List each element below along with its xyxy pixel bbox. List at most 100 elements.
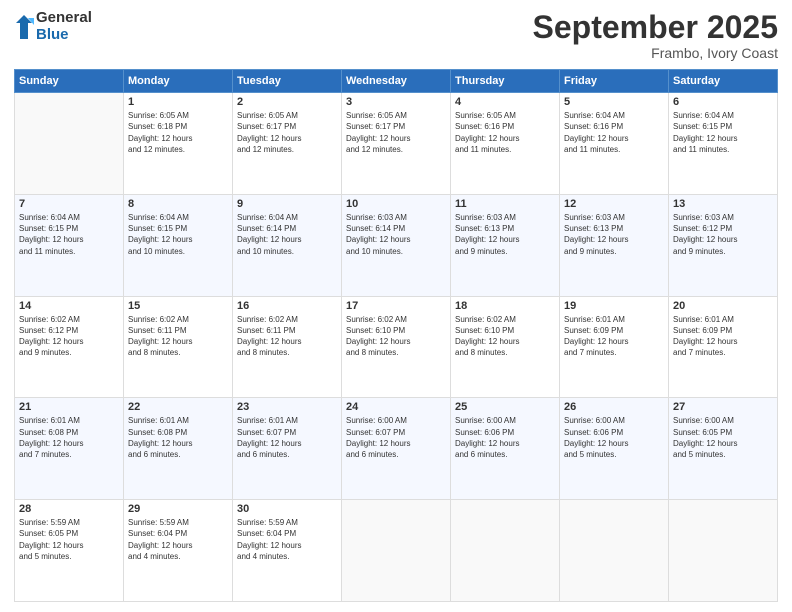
day-number: 27 [673, 401, 773, 413]
day-info: Sunrise: 6:00 AM Sunset: 6:05 PM Dayligh… [673, 415, 773, 460]
table-row: 26 Sunrise: 6:00 AM Sunset: 6:06 PM Dayli… [560, 398, 669, 500]
day-info: Sunrise: 6:02 AM Sunset: 6:10 PM Dayligh… [455, 314, 555, 359]
day-number: 25 [455, 401, 555, 413]
header-thursday: Thursday [451, 70, 560, 93]
table-row: 28 Sunrise: 5:59 AM Sunset: 6:05 PM Dayli… [15, 500, 124, 602]
day-info: Sunrise: 6:03 AM Sunset: 6:14 PM Dayligh… [346, 212, 446, 257]
day-number: 14 [19, 300, 119, 312]
day-info: Sunrise: 6:04 AM Sunset: 6:15 PM Dayligh… [128, 212, 228, 257]
logo-general: General [36, 10, 92, 27]
table-row: 27 Sunrise: 6:00 AM Sunset: 6:05 PM Dayli… [669, 398, 778, 500]
calendar-table: Sunday Monday Tuesday Wednesday Thursday… [14, 69, 778, 602]
day-number: 20 [673, 300, 773, 312]
table-row: 7 Sunrise: 6:04 AM Sunset: 6:15 PM Daylig… [15, 194, 124, 296]
table-row: 2 Sunrise: 6:05 AM Sunset: 6:17 PM Daylig… [233, 93, 342, 195]
table-row: 1Sunrise: 6:05 AM Sunset: 6:18 PM Daylig… [124, 93, 233, 195]
day-number: 13 [673, 198, 773, 210]
table-row: 16Sunrise: 6:02 AM Sunset: 6:11 PM Dayli… [233, 296, 342, 398]
day-number: 12 [564, 198, 664, 210]
table-row: 11 Sunrise: 6:03 AM Sunset: 6:13 PM Dayli… [451, 194, 560, 296]
table-row: 25 Sunrise: 6:00 AM Sunset: 6:06 PM Dayli… [451, 398, 560, 500]
day-number: 30 [237, 503, 337, 515]
day-number: 7 [19, 198, 119, 210]
table-row [669, 500, 778, 602]
day-number: 11 [455, 198, 555, 210]
table-row [560, 500, 669, 602]
header-monday: Monday [124, 70, 233, 93]
day-number: 8 [128, 198, 228, 210]
table-row: 13 Sunrise: 6:03 AM Sunset: 6:12 PM Dayli… [669, 194, 778, 296]
table-row: 4 Sunrise: 6:05 AM Sunset: 6:16 PM Daylig… [451, 93, 560, 195]
table-row: 21 Sunrise: 6:01 AM Sunset: 6:08 PM Dayli… [15, 398, 124, 500]
day-info: Sunrise: 6:03 AM Sunset: 6:13 PM Dayligh… [455, 212, 555, 257]
day-info: Sunrise: 6:03 AM Sunset: 6:13 PM Dayligh… [564, 212, 664, 257]
table-row: 14 Sunrise: 6:02 AM Sunset: 6:12 PM Dayli… [15, 296, 124, 398]
table-row: 10Sunrise: 6:03 AM Sunset: 6:14 PM Dayli… [342, 194, 451, 296]
day-info: Sunrise: 5:59 AM Sunset: 6:04 PM Dayligh… [237, 517, 337, 562]
table-row: 17 Sunrise: 6:02 AM Sunset: 6:10 PM Dayli… [342, 296, 451, 398]
day-number: 9 [237, 198, 337, 210]
logo: General Blue [14, 10, 92, 43]
day-number: 21 [19, 401, 119, 413]
day-number: 15 [128, 300, 228, 312]
table-row [342, 500, 451, 602]
header-saturday: Saturday [669, 70, 778, 93]
table-row: 24Sunrise: 6:00 AM Sunset: 6:07 PM Dayli… [342, 398, 451, 500]
day-info: Sunrise: 6:05 AM Sunset: 6:16 PM Dayligh… [455, 110, 555, 155]
day-info: Sunrise: 6:02 AM Sunset: 6:12 PM Dayligh… [19, 314, 119, 359]
day-info: Sunrise: 6:00 AM Sunset: 6:07 PM Dayligh… [346, 415, 446, 460]
day-number: 5 [564, 96, 664, 108]
month-title: September 2025 [533, 10, 778, 45]
header-wednesday: Wednesday [342, 70, 451, 93]
table-row: 29 Sunrise: 5:59 AM Sunset: 6:04 PM Dayli… [124, 500, 233, 602]
day-number: 28 [19, 503, 119, 515]
calendar-week-row: 7 Sunrise: 6:04 AM Sunset: 6:15 PM Daylig… [15, 194, 778, 296]
day-info: Sunrise: 6:02 AM Sunset: 6:10 PM Dayligh… [346, 314, 446, 359]
day-number: 4 [455, 96, 555, 108]
table-row: 6 Sunrise: 6:04 AM Sunset: 6:15 PM Daylig… [669, 93, 778, 195]
calendar-week-row: 28 Sunrise: 5:59 AM Sunset: 6:05 PM Dayli… [15, 500, 778, 602]
day-info: Sunrise: 6:00 AM Sunset: 6:06 PM Dayligh… [564, 415, 664, 460]
day-number: 2 [237, 96, 337, 108]
logo-icon [14, 13, 34, 41]
table-row [451, 500, 560, 602]
day-info: Sunrise: 6:01 AM Sunset: 6:08 PM Dayligh… [19, 415, 119, 460]
day-number: 22 [128, 401, 228, 413]
day-number: 16 [237, 300, 337, 312]
day-info: Sunrise: 6:05 AM Sunset: 6:18 PM Dayligh… [128, 110, 228, 155]
day-number: 26 [564, 401, 664, 413]
calendar-week-row: 1Sunrise: 6:05 AM Sunset: 6:18 PM Daylig… [15, 93, 778, 195]
table-row: 30 Sunrise: 5:59 AM Sunset: 6:04 PM Dayli… [233, 500, 342, 602]
weekday-header-row: Sunday Monday Tuesday Wednesday Thursday… [15, 70, 778, 93]
day-info: Sunrise: 6:01 AM Sunset: 6:07 PM Dayligh… [237, 415, 337, 460]
day-info: Sunrise: 6:04 AM Sunset: 6:16 PM Dayligh… [564, 110, 664, 155]
table-row: 8 Sunrise: 6:04 AM Sunset: 6:15 PM Daylig… [124, 194, 233, 296]
day-info: Sunrise: 6:02 AM Sunset: 6:11 PM Dayligh… [128, 314, 228, 359]
table-row: 19Sunrise: 6:01 AM Sunset: 6:09 PM Dayli… [560, 296, 669, 398]
day-info: Sunrise: 6:03 AM Sunset: 6:12 PM Dayligh… [673, 212, 773, 257]
table-row: 18Sunrise: 6:02 AM Sunset: 6:10 PM Dayli… [451, 296, 560, 398]
day-info: Sunrise: 6:01 AM Sunset: 6:09 PM Dayligh… [673, 314, 773, 359]
table-row: 15 Sunrise: 6:02 AM Sunset: 6:11 PM Dayli… [124, 296, 233, 398]
header-friday: Friday [560, 70, 669, 93]
calendar-week-row: 21 Sunrise: 6:01 AM Sunset: 6:08 PM Dayli… [15, 398, 778, 500]
day-number: 29 [128, 503, 228, 515]
day-info: Sunrise: 6:04 AM Sunset: 6:15 PM Dayligh… [19, 212, 119, 257]
day-info: Sunrise: 6:00 AM Sunset: 6:06 PM Dayligh… [455, 415, 555, 460]
day-info: Sunrise: 6:04 AM Sunset: 6:15 PM Dayligh… [673, 110, 773, 155]
logo-text: General Blue [36, 10, 92, 43]
day-info: Sunrise: 6:05 AM Sunset: 6:17 PM Dayligh… [237, 110, 337, 155]
table-row: 12 Sunrise: 6:03 AM Sunset: 6:13 PM Dayli… [560, 194, 669, 296]
table-row: 9Sunrise: 6:04 AM Sunset: 6:14 PM Daylig… [233, 194, 342, 296]
day-info: Sunrise: 6:05 AM Sunset: 6:17 PM Dayligh… [346, 110, 446, 155]
calendar-week-row: 14 Sunrise: 6:02 AM Sunset: 6:12 PM Dayli… [15, 296, 778, 398]
day-info: Sunrise: 6:01 AM Sunset: 6:08 PM Dayligh… [128, 415, 228, 460]
day-number: 17 [346, 300, 446, 312]
day-info: Sunrise: 5:59 AM Sunset: 6:04 PM Dayligh… [128, 517, 228, 562]
day-number: 23 [237, 401, 337, 413]
day-info: Sunrise: 5:59 AM Sunset: 6:05 PM Dayligh… [19, 517, 119, 562]
day-number: 3 [346, 96, 446, 108]
page: General Blue September 2025 Frambo, Ivor… [0, 0, 792, 612]
day-number: 6 [673, 96, 773, 108]
day-info: Sunrise: 6:01 AM Sunset: 6:09 PM Dayligh… [564, 314, 664, 359]
